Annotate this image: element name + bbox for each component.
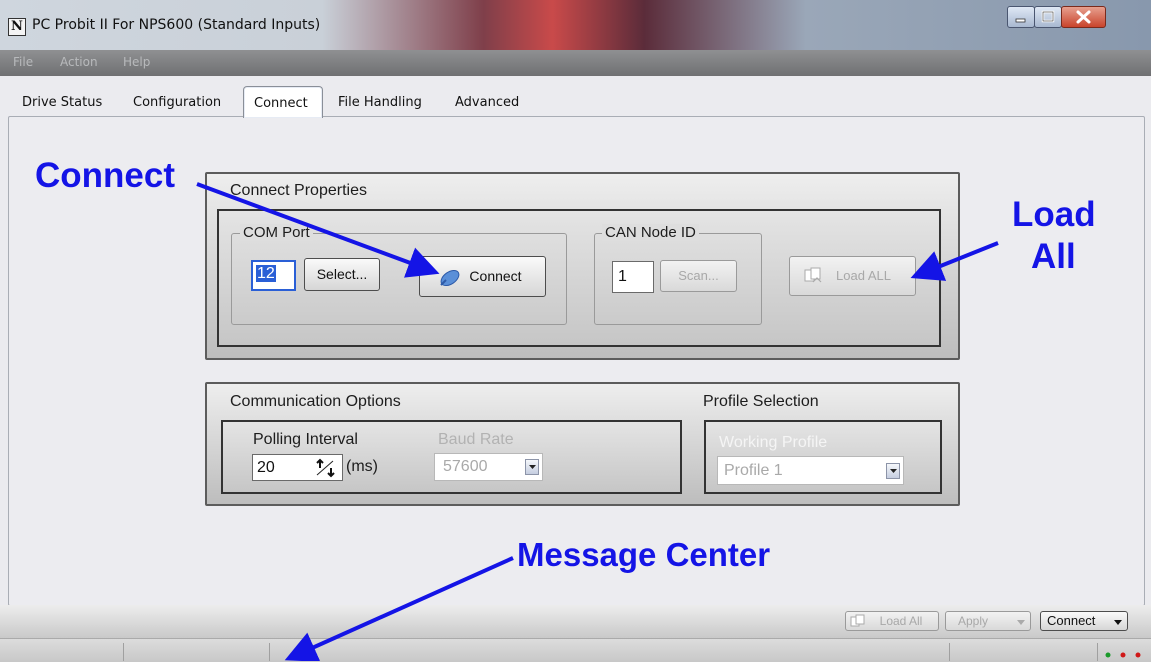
close-icon — [1076, 10, 1091, 24]
menu-help[interactable]: Help — [123, 55, 150, 69]
close-button[interactable] — [1061, 6, 1106, 28]
can-node-label: CAN Node ID — [602, 224, 699, 241]
load-all-icon — [804, 267, 822, 283]
load-all-icon — [850, 614, 865, 627]
status-divider — [949, 643, 950, 661]
tab-drive-status[interactable]: Drive Status — [22, 95, 102, 110]
annotation-message-center: Message Center — [517, 536, 771, 573]
menu-action[interactable]: Action — [60, 55, 98, 69]
app-icon: N — [8, 18, 26, 36]
profile-selection-title: Profile Selection — [703, 393, 819, 410]
polling-interval-value: 20 — [257, 459, 275, 476]
message-center-status-bar — [0, 638, 1151, 662]
tab-advanced[interactable]: Advanced — [455, 95, 519, 110]
annotation-load: Load — [1012, 195, 1096, 234]
toolbar-connect-button[interactable]: Connect — [1040, 611, 1128, 631]
tab-connect-label: Connect — [254, 96, 308, 111]
plug-icon — [440, 269, 460, 287]
polling-unit: (ms) — [346, 458, 378, 475]
tab-configuration[interactable]: Configuration — [133, 95, 221, 110]
toolbar-apply-label: Apply — [958, 614, 989, 628]
connect-properties-title: Connect Properties — [230, 182, 367, 199]
status-divider — [1097, 643, 1098, 661]
maximize-icon — [1041, 10, 1055, 23]
baud-rate-select[interactable]: 57600 — [434, 453, 543, 481]
baud-rate-value: 57600 — [443, 458, 488, 475]
minimize-button[interactable] — [1007, 6, 1035, 28]
minimize-icon — [1015, 18, 1026, 23]
load-all-button[interactable]: Load ALL — [789, 256, 916, 296]
load-all-label: Load ALL — [836, 268, 891, 283]
com-port-value: 12 — [256, 265, 276, 282]
maximize-button[interactable] — [1034, 6, 1062, 28]
status-led-icons — [1105, 652, 1141, 658]
window-title: PC Probit II For NPS600 (Standard Inputs… — [32, 17, 321, 33]
menu-bar: File Action Help — [0, 50, 1151, 76]
menu-file[interactable]: File — [13, 55, 33, 69]
toolbar-load-all-label: Load All — [879, 614, 923, 628]
working-profile-value: Profile 1 — [724, 462, 783, 479]
scan-button[interactable]: Scan... — [660, 260, 737, 292]
spinner-icon[interactable] — [314, 457, 338, 479]
status-divider — [269, 643, 270, 661]
can-node-field[interactable]: 1 — [612, 261, 654, 293]
status-divider — [123, 643, 124, 661]
communication-options-title: Communication Options — [230, 393, 401, 410]
polling-interval-label: Polling Interval — [253, 431, 358, 448]
annotation-connect: Connect — [35, 156, 175, 195]
toolbar-load-all-button[interactable]: Load All — [845, 611, 939, 631]
working-profile-label: Working Profile — [719, 434, 828, 451]
annotation-all: All — [1031, 237, 1076, 276]
tab-file-handling[interactable]: File Handling — [338, 95, 422, 110]
connect-button[interactable]: Connect — [419, 256, 546, 297]
connect-button-label: Connect — [469, 268, 522, 284]
tab-connect[interactable]: Connect — [243, 86, 323, 118]
polling-interval-field[interactable]: 20 — [252, 454, 343, 481]
com-port-label: COM Port — [240, 224, 313, 241]
toolbar-apply-button[interactable]: Apply — [945, 611, 1031, 631]
working-profile-select[interactable]: Profile 1 — [717, 456, 904, 485]
chevron-down-icon — [1114, 620, 1122, 625]
com-port-select-button[interactable]: Select... — [304, 258, 380, 291]
chevron-down-icon — [886, 463, 900, 479]
com-port-field[interactable]: 12 — [251, 260, 296, 291]
chevron-down-icon — [1017, 620, 1025, 625]
toolbar-connect-label: Connect — [1047, 613, 1096, 628]
baud-rate-label: Baud Rate — [438, 431, 514, 448]
title-bar: N PC Probit II For NPS600 (Standard Inpu… — [0, 0, 1151, 50]
chevron-down-icon — [525, 459, 539, 475]
